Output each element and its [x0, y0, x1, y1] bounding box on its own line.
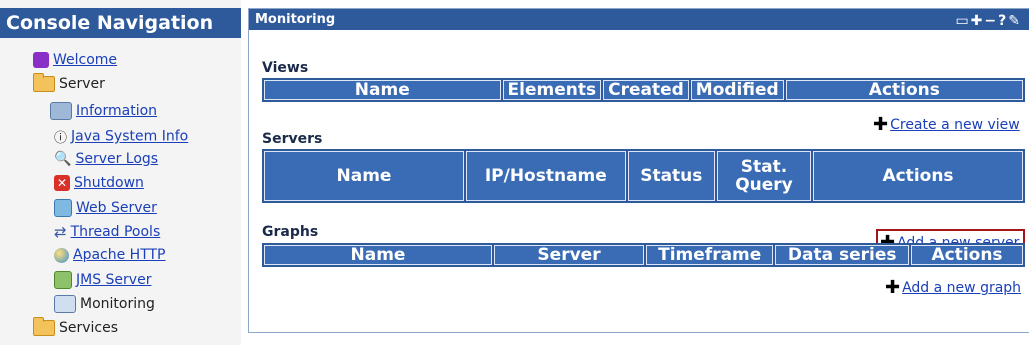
thread-pools-arrows-icon: ⇄	[54, 223, 67, 241]
servers-col-ip-hostname[interactable]: IP/Hostname	[466, 151, 626, 201]
nav-item-apache-http[interactable]: Apache HTTP	[54, 247, 166, 263]
create-view-link[interactable]: ✚ Create a new view	[873, 114, 1020, 135]
views-col-elements[interactable]: Elements	[502, 80, 602, 100]
views-table: Name Elements Created Modified Actions	[262, 78, 1025, 102]
nav-link-java-system-info[interactable]: Java System Info	[71, 129, 188, 145]
views-col-created[interactable]: Created	[603, 80, 689, 100]
add-graph-label[interactable]: Add a new graph	[902, 280, 1021, 296]
nav-item-shutdown[interactable]: ✕ Shutdown	[54, 175, 144, 191]
nav-link-apache-http[interactable]: Apache HTTP	[73, 247, 166, 263]
nav-label-monitoring: Monitoring	[80, 296, 155, 312]
folder-icon	[33, 73, 55, 92]
graphs-header-row: Name Server Timeframe Data series Action…	[264, 245, 1023, 265]
nav-label-services: Services	[59, 320, 119, 336]
nav-link-shutdown[interactable]: Shutdown	[74, 175, 144, 191]
nav-item-server-logs[interactable]: 🔍 Server Logs	[54, 151, 158, 167]
welcome-icon	[33, 52, 49, 68]
views-header-row: Name Elements Created Modified Actions	[264, 80, 1023, 100]
web-server-icon	[54, 199, 72, 217]
graphs-col-timeframe[interactable]: Timeframe	[646, 245, 774, 265]
graphs-col-actions[interactable]: Actions	[911, 245, 1023, 265]
folder-icon	[33, 317, 55, 336]
views-col-modified[interactable]: Modified	[690, 80, 784, 100]
nav-link-web-server[interactable]: Web Server	[76, 200, 157, 216]
nav-item-welcome[interactable]: Welcome	[33, 52, 117, 68]
jms-server-icon	[54, 271, 72, 289]
console-navigation: Console Navigation Welcome Server Inform…	[0, 0, 241, 345]
nav-label-server: Server	[59, 76, 105, 92]
nav-item-thread-pools[interactable]: ⇄ Thread Pools	[54, 223, 160, 241]
plus-icon: ✚	[885, 277, 901, 298]
add-graph-link[interactable]: ✚ Add a new graph	[885, 277, 1021, 298]
graphs-table: Name Server Timeframe Data series Action…	[262, 243, 1025, 267]
nav-item-monitoring[interactable]: Monitoring	[54, 295, 155, 313]
graphs-col-data-series[interactable]: Data series	[775, 245, 909, 265]
graphs-title: Graphs	[262, 224, 319, 240]
panel-header: Monitoring ▭✚−?✎	[249, 9, 1029, 30]
nav-item-web-server[interactable]: Web Server	[54, 199, 157, 217]
nav-link-thread-pools[interactable]: Thread Pools	[71, 224, 161, 240]
nav-item-services[interactable]: Services	[33, 317, 119, 336]
info-circle-icon: ⓘ	[54, 131, 68, 146]
graphs-col-name[interactable]: Name	[264, 245, 492, 265]
nav-title: Console Navigation	[0, 8, 241, 38]
graphs-col-server[interactable]: Server	[494, 245, 644, 265]
plus-icon: ✚	[873, 114, 889, 135]
nav-item-server[interactable]: Server	[33, 73, 105, 92]
nav-item-information[interactable]: Information	[50, 102, 157, 120]
servers-col-actions[interactable]: Actions	[813, 151, 1023, 201]
create-view-label[interactable]: Create a new view	[890, 117, 1020, 133]
servers-col-status[interactable]: Status	[627, 151, 715, 201]
servers-title: Servers	[262, 131, 323, 147]
panel-tools-icons[interactable]: ▭✚−?✎	[955, 11, 1022, 32]
views-title: Views	[262, 60, 309, 76]
monitor-icon	[54, 295, 76, 313]
shutdown-x-icon: ✕	[54, 175, 70, 191]
nav-link-jms-server[interactable]: JMS Server	[76, 272, 151, 288]
servers-table: Name IP/Hostname Status Stat. Query Acti…	[262, 149, 1025, 203]
servers-header-row: Name IP/Hostname Status Stat. Query Acti…	[264, 151, 1023, 201]
views-col-actions[interactable]: Actions	[785, 80, 1023, 100]
nav-link-server-logs[interactable]: Server Logs	[75, 151, 158, 167]
information-icon	[50, 102, 72, 120]
servers-col-stat-query[interactable]: Stat. Query	[717, 151, 811, 201]
nav-link-information[interactable]: Information	[76, 103, 157, 119]
globe-icon	[54, 247, 69, 263]
nav-item-java-system-info[interactable]: ⓘ Java System Info	[54, 127, 188, 147]
nav-link-welcome[interactable]: Welcome	[53, 52, 117, 68]
magnifier-icon: 🔍	[54, 151, 72, 167]
panel-title: Monitoring	[255, 12, 336, 27]
nav-item-jms-server[interactable]: JMS Server	[54, 271, 151, 289]
views-col-name[interactable]: Name	[264, 80, 501, 100]
servers-col-name[interactable]: Name	[264, 151, 464, 201]
